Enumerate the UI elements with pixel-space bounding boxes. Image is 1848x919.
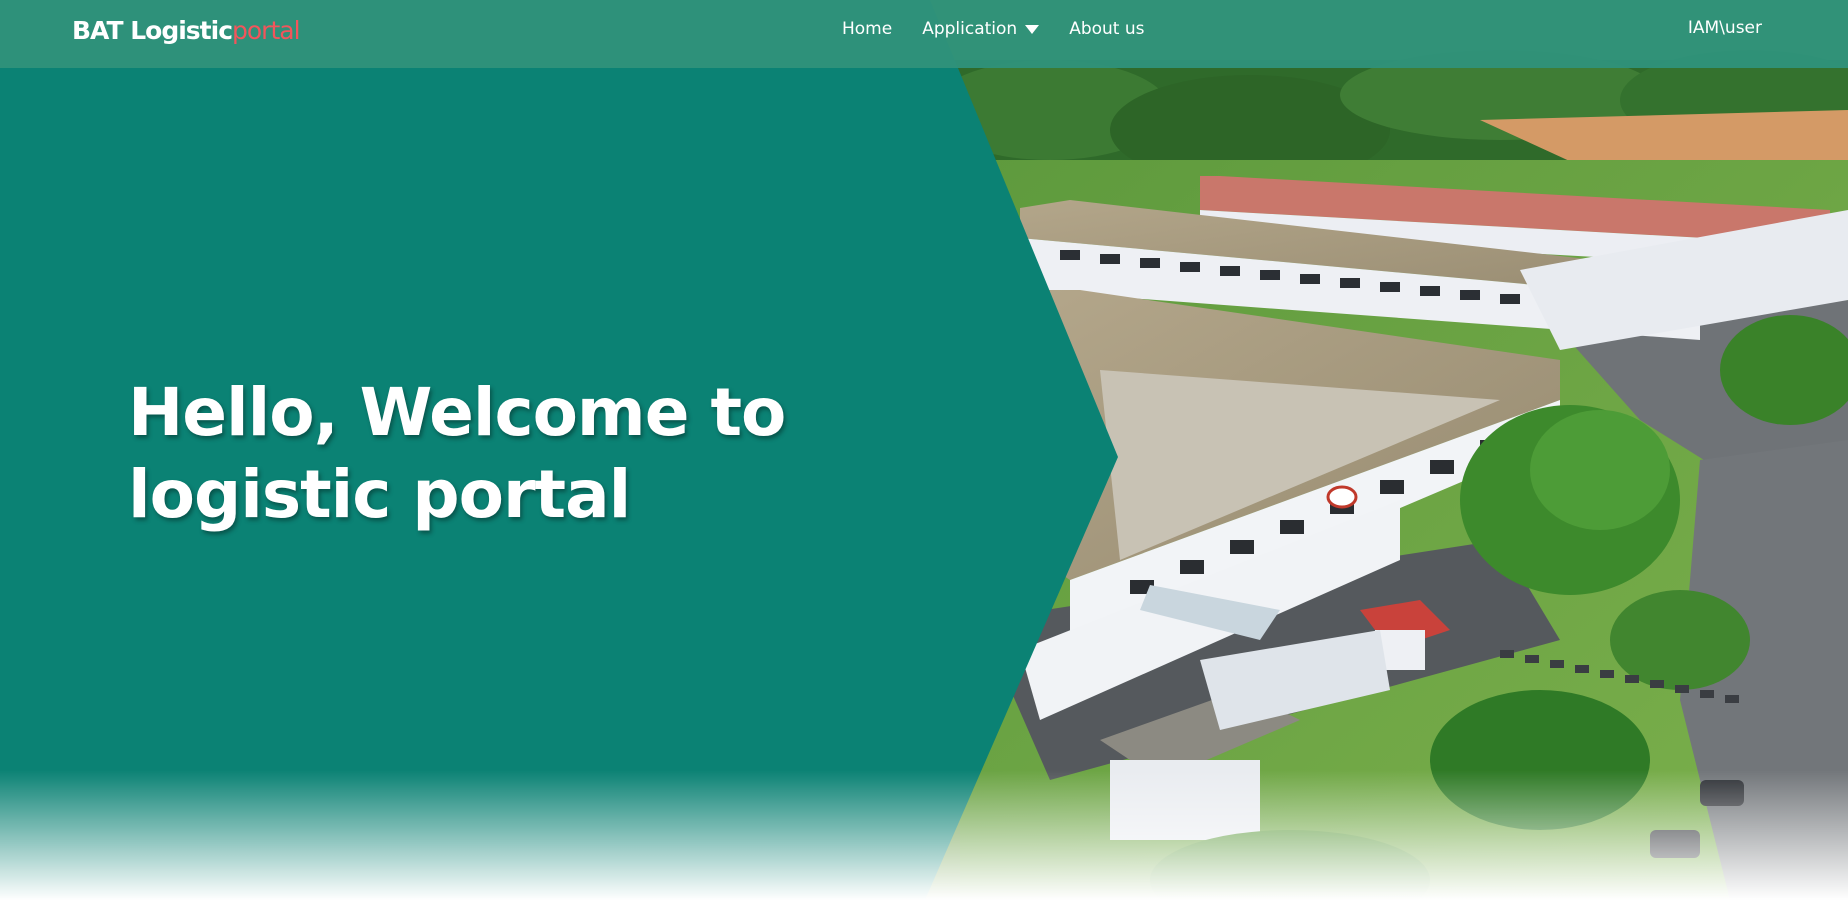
brand-logo[interactable]: BAT Logisticportal	[72, 16, 301, 45]
user-account-link[interactable]: IAM\user	[1688, 18, 1762, 38]
nav-application-dropdown[interactable]: Application	[922, 19, 1040, 39]
page: Hello, Welcome to logistic portal BAT Lo…	[0, 0, 1848, 919]
hero-heading: Hello, Welcome to logistic portal	[128, 372, 808, 536]
chevron-down-icon	[1025, 24, 1040, 34]
hero-heading-line-1: Hello, Welcome to	[128, 374, 786, 451]
hero-heading-line-2: logistic portal	[128, 456, 631, 533]
nav-home-link[interactable]: Home	[842, 19, 892, 39]
nav-about-link[interactable]: About us	[1069, 19, 1144, 39]
nav-home-label: Home	[842, 19, 893, 39]
brand-main-text: BAT Logistic	[72, 16, 233, 45]
hero-bottom-fade	[0, 770, 1848, 900]
nav-links: Home Application About us	[842, 17, 1145, 41]
hero-section: Hello, Welcome to logistic portal	[0, 0, 1848, 900]
brand-accent-text: portal	[232, 16, 301, 45]
top-navbar: BAT Logisticportal Home Application Abou…	[0, 0, 1848, 68]
nav-application-label: Application	[922, 19, 1018, 39]
nav-about-label: About us	[1069, 19, 1145, 39]
